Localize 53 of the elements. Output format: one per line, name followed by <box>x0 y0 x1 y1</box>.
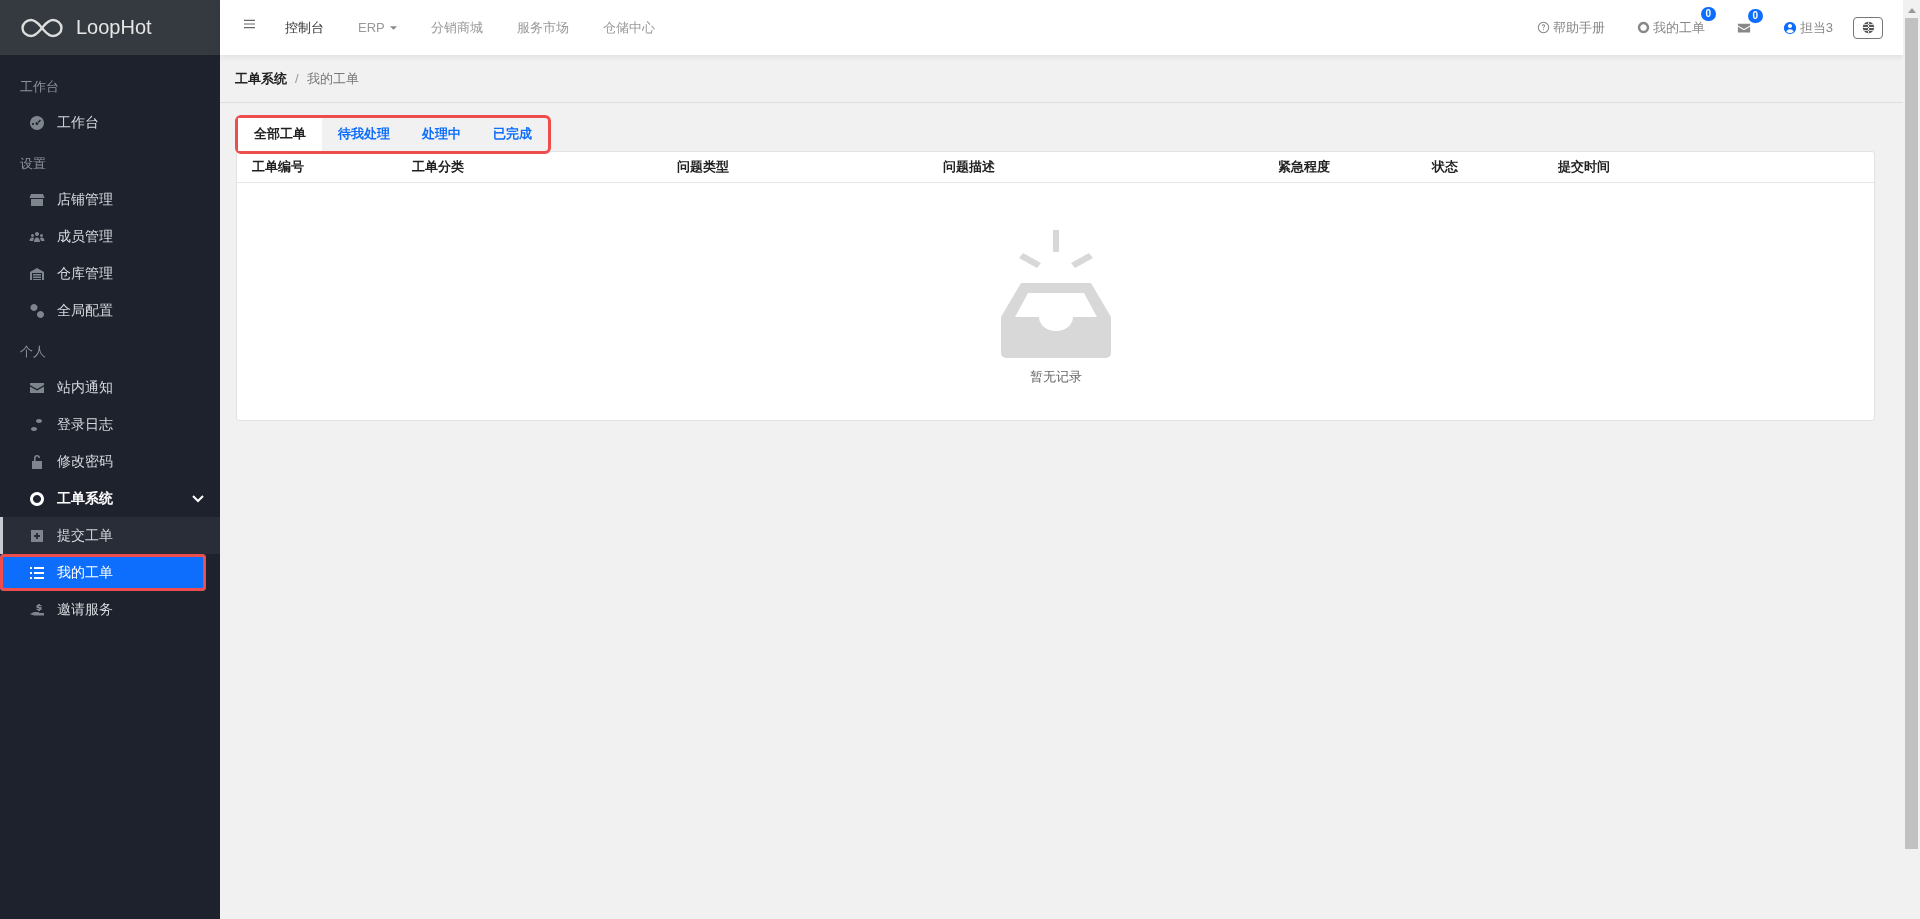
column-header: 状态 <box>1432 158 1459 176</box>
user-avatar-icon <box>1782 20 1797 35</box>
sidebar-item[interactable]: 全局配置 <box>0 292 220 329</box>
hand-coin-icon <box>29 601 45 618</box>
sidebar-item[interactable]: 邀请服务 <box>0 591 220 628</box>
breadcrumb-item[interactable]: 工单系统 <box>235 69 287 88</box>
scroll-up-icon <box>1907 8 1916 13</box>
sidebar-item[interactable]: 工作台 <box>0 104 220 141</box>
language-button[interactable] <box>1853 16 1883 39</box>
tickets-link[interactable]: 我的工单 <box>1636 18 1705 37</box>
sidebar-item[interactable]: 站内通知 <box>0 369 220 406</box>
store-icon <box>29 191 45 208</box>
nav-link[interactable]: 控制台 <box>285 18 324 37</box>
breadcrumb-separator: / <box>295 71 299 86</box>
brand-name: LoopHot <box>76 16 152 39</box>
column-header: 提交时间 <box>1558 158 1610 176</box>
section-heading: 工作台 <box>19 78 60 96</box>
tab[interactable]: 待我处理 <box>322 118 406 151</box>
empty-message: 暂无记录 <box>1029 368 1082 386</box>
sidebar-item[interactable]: 店铺管理 <box>0 181 220 218</box>
lifebuoy-icon <box>1636 21 1650 34</box>
help-link[interactable]: 帮助手册 <box>1536 18 1605 37</box>
section-heading: 设置 <box>19 155 47 173</box>
sidebar-item[interactable]: 成员管理 <box>0 218 220 255</box>
column-header: 工单分类 <box>412 158 465 176</box>
sidebar-item[interactable]: 工单系统 <box>0 480 220 517</box>
tab[interactable]: 已完成 <box>477 118 548 151</box>
caret-icon <box>389 25 397 30</box>
column-header: 紧急程度 <box>1278 158 1331 176</box>
column-header: 问题描述 <box>943 158 996 176</box>
scroll-thumb[interactable] <box>1905 18 1918 849</box>
column-header: 工单编号 <box>252 158 305 176</box>
lifebuoy-icon <box>29 490 45 507</box>
list-icon <box>29 564 45 581</box>
section-heading: 个人 <box>19 343 47 361</box>
count-badge: 0 <box>1747 8 1763 23</box>
help-icon <box>1536 21 1550 34</box>
menu-icon[interactable] <box>244 18 255 29</box>
user-menu[interactable]: 担当3 <box>1782 18 1833 37</box>
sidebar-item[interactable]: 登录日志 <box>0 406 220 443</box>
infinity-logo-icon <box>20 17 64 38</box>
padlock-icon <box>29 453 45 470</box>
sidebar-subitem[interactable]: 提交工单 <box>0 517 220 554</box>
count-badge: 0 <box>1700 6 1716 21</box>
sidebar-item[interactable]: 修改密码 <box>0 443 220 480</box>
breadcrumb-item: 我的工单 <box>306 69 359 88</box>
warehouse-icon <box>29 265 45 282</box>
sidebar-item[interactable]: 仓库管理 <box>0 255 220 292</box>
sidebar-subitem[interactable]: 我的工单 <box>0 554 206 591</box>
column-header: 问题类型 <box>677 158 730 176</box>
globe-icon <box>1861 21 1875 34</box>
tab[interactable]: 处理中 <box>406 118 477 151</box>
tab[interactable]: 全部工单 <box>238 118 322 151</box>
